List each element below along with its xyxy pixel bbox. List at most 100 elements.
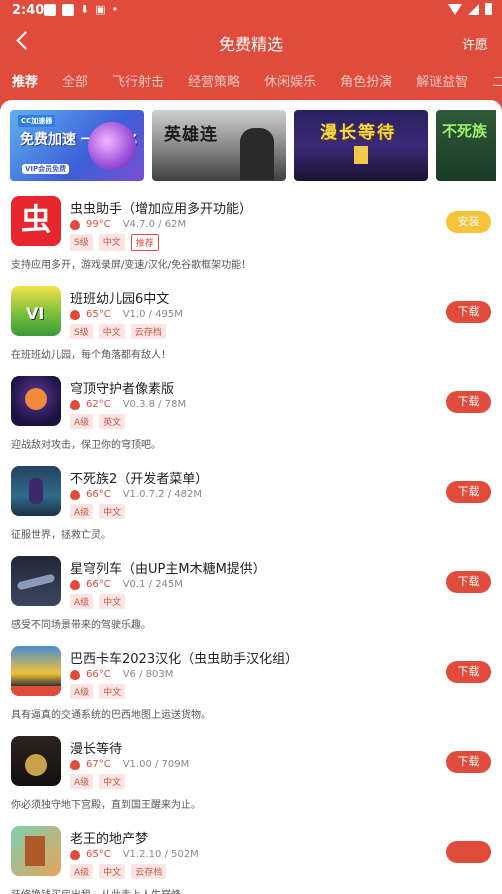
app-list-item[interactable]: 巴西卡车2023汉化（虫虫助手汉化组） 66°C V6 / 803M A级 中文… <box>0 644 502 734</box>
download-icon: ⬇ <box>80 3 90 16</box>
tab-anime[interactable]: 二次元 <box>480 71 502 90</box>
banner-title: 英雄连 <box>164 125 218 145</box>
app-description: 迎战敌对攻击，保卫你的穹顶吧。 <box>11 440 161 451</box>
download-button[interactable]: 下载 <box>446 301 491 323</box>
app-heat: 67°C <box>86 759 111 770</box>
download-button[interactable]: 下载 <box>446 391 491 413</box>
wish-button[interactable]: 许愿 <box>462 34 488 53</box>
tag-badge: 中文 <box>99 684 126 699</box>
download-button[interactable]: 下载 <box>446 481 491 503</box>
tag-badge: 云存档 <box>130 324 166 339</box>
download-button[interactable]: 下载 <box>446 661 491 683</box>
app-description: 装修换钱买房出租，从此走上人生巅峰。 <box>11 886 191 894</box>
app-description: 在班班幼儿园，每个角落都有敌人！ <box>11 350 171 361</box>
app-tags: A级 中文 云存档 <box>70 864 167 879</box>
tag-badge: 中文 <box>99 504 126 519</box>
tab-recommend[interactable]: 推荐 <box>0 71 50 90</box>
app-list-item[interactable]: 穹顶守护者像素版 62°C V0.3.8 / 78M A级 英文 迎战敌对攻击，… <box>0 374 502 464</box>
tab-casual[interactable]: 休闲娱乐 <box>252 71 328 90</box>
tag-badge: A级 <box>70 864 94 879</box>
app-icon[interactable] <box>11 556 61 606</box>
flame-icon <box>70 759 80 770</box>
app-meta: 65°C V1.2.10 / 502M <box>70 849 199 860</box>
system-icons <box>448 3 492 15</box>
notification-icons: ⬇ ▣ • <box>44 4 118 16</box>
app-version-size: V0.3.8 / 78M <box>122 399 187 410</box>
app-meta: 66°C V6 / 803M <box>70 669 173 680</box>
app-tags: A级 中文 <box>70 774 126 789</box>
app-icon[interactable] <box>11 826 61 876</box>
tab-rpg[interactable]: 角色扮演 <box>328 71 404 90</box>
notification-icon <box>62 4 74 16</box>
recommend-badge: 推荐 <box>130 234 159 251</box>
tab-all[interactable]: 全部 <box>50 71 100 90</box>
banner-long-wait[interactable]: 漫长等待 <box>294 110 428 181</box>
app-description: 你必须独守地下宫殿，直到国王醒来为止。 <box>11 800 201 811</box>
app-list: 虫虫助手（增加应用多开功能） 99°C V4.7.0 / 62M S级 中文 推… <box>0 194 502 894</box>
app-description: 支持应用多开，游戏录屏/变速/汉化/免谷歌框架功能！ <box>11 260 252 271</box>
install-button[interactable]: 安装 <box>446 211 491 233</box>
app-heat: 65°C <box>86 309 111 320</box>
app-name: 穹顶守护者像素版 <box>70 382 175 397</box>
app-meta: 62°C V0.3.8 / 78M <box>70 399 186 410</box>
category-tabs: 推荐 全部 飞行射击 经营策略 休闲娱乐 角色扮演 解谜益智 二次元 <box>0 62 502 98</box>
banner-title: 不死族 <box>442 122 488 140</box>
app-list-item[interactable]: 虫虫助手（增加应用多开功能） 99°C V4.7.0 / 62M S级 中文 推… <box>0 194 502 284</box>
app-icon[interactable] <box>11 736 61 786</box>
download-button[interactable]: 下载 <box>446 751 491 773</box>
app-list-item[interactable]: 星穹列车（由UP主M木糖M提供） 66°C V0.1 / 245M A级 中文 … <box>0 554 502 644</box>
app-tags: A级 中文 <box>70 684 126 699</box>
app-list-item[interactable]: 老王的地产梦 65°C V1.2.10 / 502M A级 中文 云存档 装修换… <box>0 824 502 894</box>
signal-icon <box>468 3 479 15</box>
app-list-item[interactable]: 班班幼儿园6中文 65°C V1.0 / 495M S级 中文 云存档 在班班幼… <box>0 284 502 374</box>
banner-company-of-heroes[interactable]: 英雄连 <box>152 110 286 181</box>
banner-cc-accelerator[interactable]: CC加速器 免费加速 一键汉化 VIP会员免费 <box>10 110 144 181</box>
app-heat: 99°C <box>86 219 111 230</box>
app-version-size: V4.7.0 / 62M <box>122 219 187 230</box>
app-tags: A级 中文 <box>70 504 126 519</box>
status-bar: 2:40 ⬇ ▣ • <box>0 0 502 22</box>
app-heat: 65°C <box>86 849 111 860</box>
banner-undead[interactable]: 不死族 <box>436 110 496 181</box>
app-icon[interactable] <box>11 196 61 246</box>
tag-badge: 英文 <box>99 414 126 429</box>
tag-badge: 云存档 <box>131 864 167 879</box>
tab-shooting[interactable]: 飞行射击 <box>100 71 176 90</box>
tag-badge: A级 <box>70 684 94 699</box>
planet-art-icon <box>88 122 136 170</box>
battery-icon <box>485 3 492 15</box>
tab-strategy[interactable]: 经营策略 <box>176 71 252 90</box>
flame-icon <box>70 309 80 320</box>
wifi-icon <box>448 3 462 15</box>
app-icon[interactable] <box>11 376 61 426</box>
app-heat: 66°C <box>86 579 111 590</box>
download-button[interactable]: 下载 <box>446 571 491 593</box>
tab-puzzle[interactable]: 解谜益智 <box>404 71 480 90</box>
download-button[interactable] <box>446 841 491 863</box>
tag-badge: 中文 <box>99 594 126 609</box>
dot-icon: • <box>111 3 119 16</box>
app-heat: 62°C <box>86 399 111 410</box>
app-heat: 66°C <box>86 669 111 680</box>
tag-badge: 中文 <box>99 864 126 879</box>
app-name: 班班幼儿园6中文 <box>70 292 170 307</box>
app-name: 星穹列车（由UP主M木糖M提供） <box>70 562 266 577</box>
app-description: 征服世界，拯救亡灵。 <box>11 530 111 541</box>
flame-icon <box>70 399 80 410</box>
banner-subtitle: VIP会员免费 <box>22 164 70 174</box>
app-list-item[interactable]: 不死族2（开发者菜单） 66°C V1.0.7.2 / 482M A级 中文 征… <box>0 464 502 554</box>
app-name: 不死族2（开发者菜单） <box>70 472 209 487</box>
banner-carousel: CC加速器 免费加速 一键汉化 VIP会员免费 英雄连 漫长等待 不死族 <box>10 110 496 181</box>
app-meta: 99°C V4.7.0 / 62M <box>70 219 186 230</box>
app-meta: 65°C V1.0 / 495M <box>70 309 183 320</box>
app-name: 漫长等待 <box>70 742 123 757</box>
tag-badge: 中文 <box>99 774 126 789</box>
app-notification-icon: ▣ <box>95 3 106 16</box>
app-name: 虫虫助手（增加应用多开功能） <box>70 202 253 217</box>
app-icon[interactable] <box>11 286 61 336</box>
app-icon[interactable] <box>11 646 61 696</box>
app-version-size: V1.0.7.2 / 482M <box>122 489 202 500</box>
app-icon[interactable] <box>11 466 61 516</box>
app-meta: 66°C V1.0.7.2 / 482M <box>70 489 202 500</box>
app-list-item[interactable]: 漫长等待 67°C V1.00 / 709M A级 中文 你必须独守地下宫殿，直… <box>0 734 502 824</box>
